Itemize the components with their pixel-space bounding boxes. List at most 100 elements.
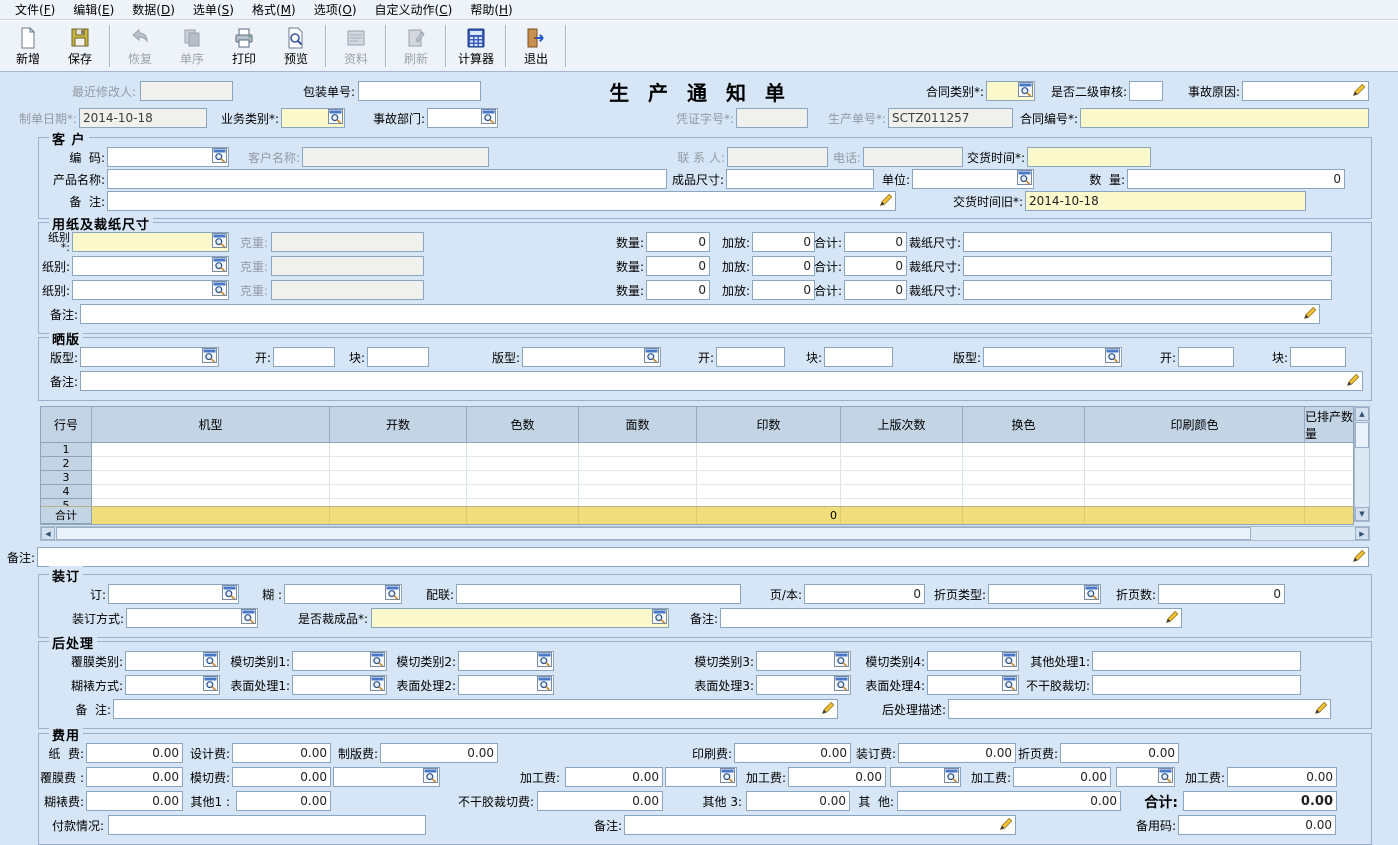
table-cell[interactable] [1085, 471, 1305, 485]
table-cell[interactable] [579, 499, 697, 506]
fold-type-input[interactable] [989, 586, 1083, 602]
horizontal-scroll-thumb[interactable] [56, 527, 1251, 540]
table-cell[interactable] [1085, 499, 1305, 506]
surface-process-4-input[interactable] [928, 677, 1001, 693]
kuai-1-input[interactable] [368, 349, 428, 365]
paper-fee-input[interactable] [87, 745, 182, 761]
process-fee-1-input[interactable] [566, 769, 662, 785]
customer-remark-input[interactable] [108, 193, 878, 209]
diecut-type-1-lookup-button[interactable] [369, 653, 385, 669]
glue-input[interactable] [285, 586, 384, 602]
table-cell[interactable] [1085, 457, 1305, 471]
kai-1-input[interactable] [274, 349, 334, 365]
menu-item-file[interactable]: 文件(F) [6, 0, 64, 19]
table-cell[interactable] [579, 443, 697, 457]
quantity-input[interactable] [1128, 171, 1344, 187]
paper-total-2-input[interactable] [845, 258, 906, 274]
process-fee-4-input[interactable] [1228, 769, 1336, 785]
plate-type-1-lookup-button[interactable] [201, 349, 217, 365]
delivery-time-input[interactable] [1028, 149, 1150, 165]
menu-item-custom-actions[interactable]: 自定义动作(C) [366, 0, 462, 19]
surface-process-1-lookup-button[interactable] [369, 677, 385, 693]
allowance-1-input[interactable] [753, 234, 814, 250]
table-cell[interactable] [1305, 457, 1353, 471]
paper-type-3-input[interactable] [73, 282, 211, 298]
other-fee-3-input[interactable] [747, 793, 849, 809]
toolbar-calculator-button[interactable]: 计算器 [450, 22, 502, 70]
table-cell[interactable] [92, 457, 330, 471]
process-fee-2-input[interactable] [789, 769, 885, 785]
scroll-down-button[interactable]: ▼ [1355, 507, 1369, 521]
last-modifier-input[interactable] [141, 83, 232, 99]
table-cell[interactable] [963, 457, 1085, 471]
paper-remark-input[interactable] [81, 306, 1302, 322]
menu-item-edit[interactable]: 编辑(E) [64, 0, 123, 19]
secondary-audit-input[interactable] [1130, 83, 1162, 99]
cut-size-2-input[interactable] [964, 258, 1331, 274]
plate-type-1-input[interactable] [81, 349, 201, 365]
fee-lookup-2-input[interactable] [666, 769, 719, 785]
staple-input[interactable] [109, 586, 221, 602]
weight-2-input[interactable] [272, 258, 423, 274]
adhesive-cut-fee-input[interactable] [538, 793, 662, 809]
paper-type-1-input[interactable] [73, 234, 211, 250]
is-cut-product-input[interactable] [372, 610, 651, 626]
customer-code-input[interactable] [108, 149, 211, 165]
scroll-left-button[interactable]: ◀ [41, 527, 55, 540]
menu-item-list[interactable]: 选单(S) [184, 0, 243, 19]
phone-input[interactable] [864, 149, 962, 165]
table-row[interactable]: 2 [41, 457, 1353, 471]
table-cell[interactable] [92, 485, 330, 499]
toolbar-exit-button[interactable]: 退出 [510, 22, 562, 70]
table-row[interactable]: 4 [41, 485, 1353, 499]
table-cell[interactable] [467, 485, 579, 499]
paper-total-3-input[interactable] [845, 282, 906, 298]
allowance-2-input[interactable] [753, 258, 814, 274]
paste-method-lookup-button[interactable] [202, 677, 218, 693]
scroll-right-button[interactable]: ▶ [1355, 527, 1369, 540]
diecut-type-3-lookup-button[interactable] [833, 653, 849, 669]
kuai-2-input[interactable] [825, 349, 892, 365]
scroll-up-button[interactable]: ▲ [1355, 407, 1369, 421]
menu-item-help[interactable]: 帮助(H) [461, 0, 521, 19]
table-cell[interactable] [1305, 471, 1353, 485]
accident-reason-edit-button[interactable] [1351, 83, 1367, 99]
unit-lookup-button[interactable] [1016, 171, 1032, 187]
pages-per-book-input[interactable] [805, 586, 924, 602]
toolbar-preview-button[interactable]: 预览 [270, 22, 322, 70]
payment-status-input[interactable] [109, 817, 425, 833]
fold-fee-input[interactable] [1061, 745, 1178, 761]
staple-lookup-button[interactable] [221, 586, 237, 602]
paper-type-3-lookup-button[interactable] [211, 282, 227, 298]
table-cell[interactable] [330, 471, 467, 485]
fee-lookup-1-input[interactable] [334, 769, 422, 785]
table-row[interactable]: 1 [41, 443, 1353, 457]
post-process-desc-input[interactable] [949, 701, 1313, 717]
row-number-cell[interactable]: 4 [41, 485, 92, 499]
post-remark-input[interactable] [114, 701, 820, 717]
fee-lookup-2-lookup-button[interactable] [719, 769, 735, 785]
reserve-code-input[interactable] [1179, 817, 1335, 833]
other-process-1-input[interactable] [1093, 653, 1300, 669]
plate-remark-edit-button[interactable] [1345, 373, 1361, 389]
diecut-type-2-lookup-button[interactable] [536, 653, 552, 669]
table-cell[interactable] [1305, 485, 1353, 499]
adhesive-cut-input[interactable] [1093, 677, 1300, 693]
glue-lookup-button[interactable] [384, 586, 400, 602]
paper-type-2-input[interactable] [73, 258, 211, 274]
table-cell[interactable] [467, 443, 579, 457]
design-fee-input[interactable] [233, 745, 330, 761]
row-number-cell[interactable]: 2 [41, 457, 92, 471]
main-remark-input[interactable] [38, 549, 1351, 565]
table-vertical-scrollbar[interactable]: ▲▼ [1354, 406, 1370, 522]
binding-method-input[interactable] [127, 610, 240, 626]
plate-type-2-input[interactable] [523, 349, 643, 365]
process-fee-3-input[interactable] [1014, 769, 1110, 785]
cut-size-1-input[interactable] [964, 234, 1331, 250]
table-cell[interactable] [697, 471, 841, 485]
table-cell[interactable] [467, 457, 579, 471]
paste-method-input[interactable] [126, 677, 202, 693]
accident-dept-lookup-button[interactable] [480, 110, 496, 126]
table-cell[interactable] [841, 499, 963, 506]
diecut-type-4-input[interactable] [928, 653, 1001, 669]
